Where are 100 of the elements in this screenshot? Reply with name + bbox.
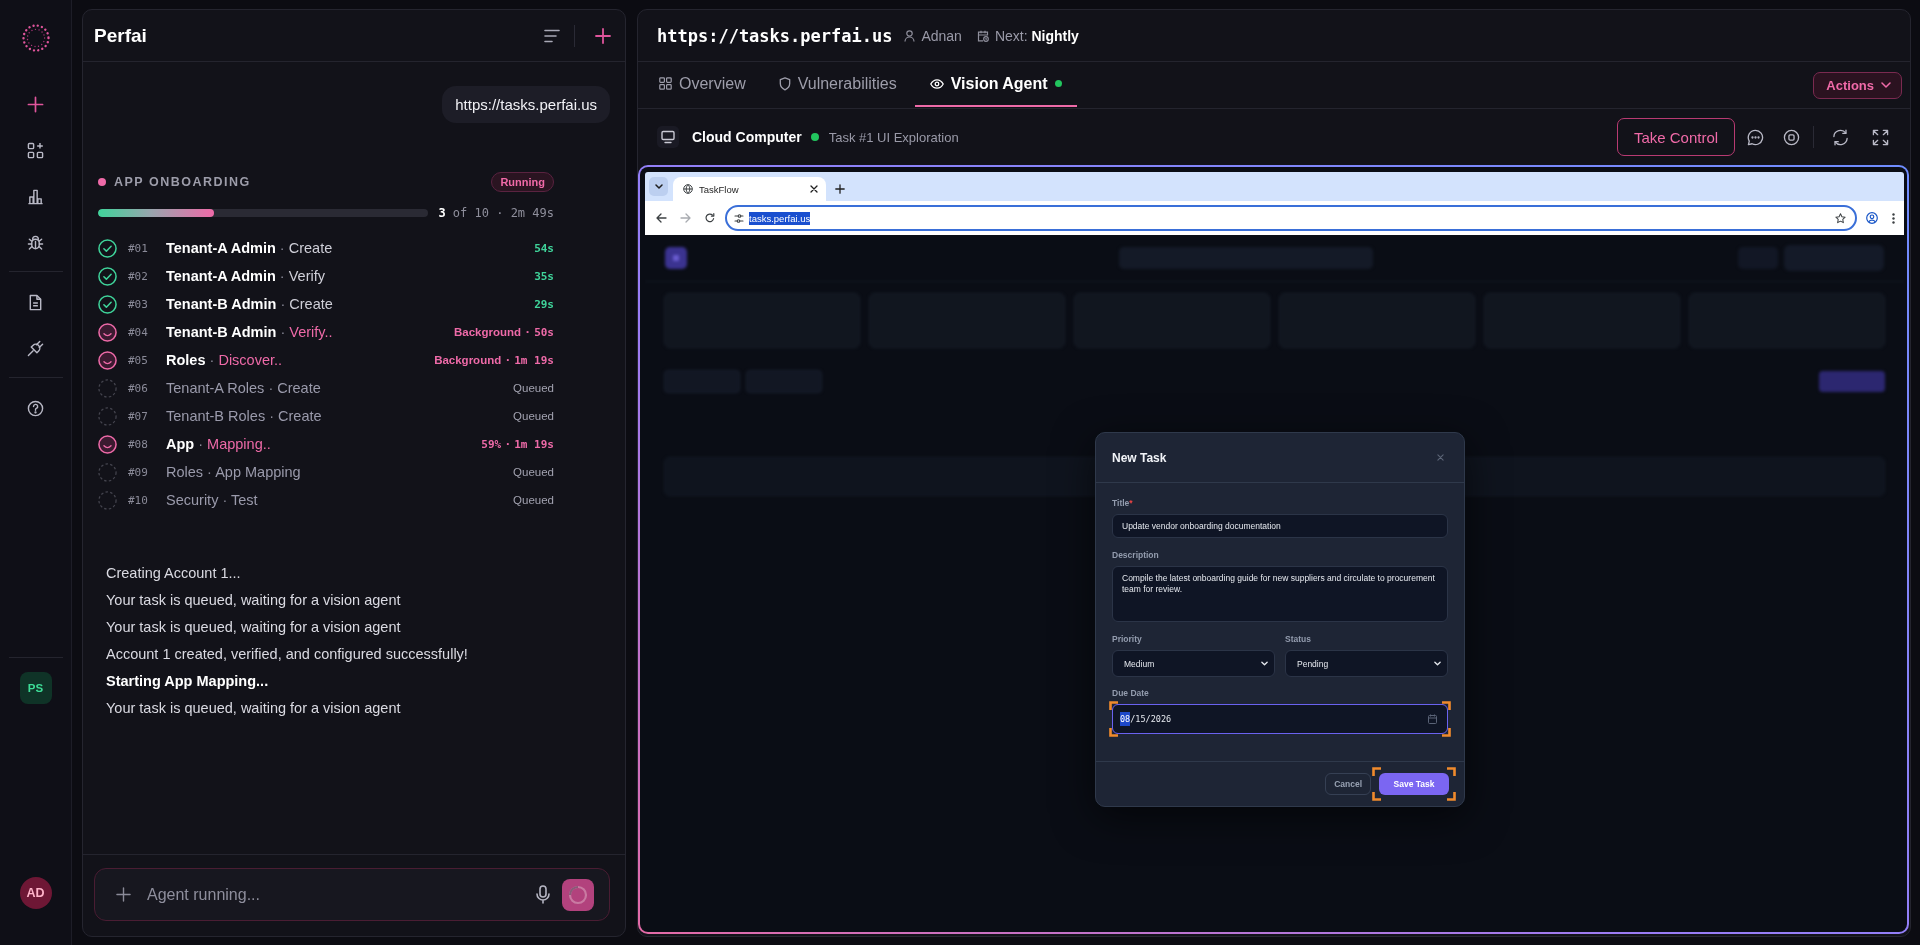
date-field[interactable]: 08/15/2026 <box>1112 704 1448 734</box>
grid-icon <box>659 77 672 90</box>
calendar-clock-icon <box>976 29 989 42</box>
chevron-down-icon <box>654 184 663 189</box>
log-message: Your task is queued, waiting for a vision agent <box>106 591 402 610</box>
chevron-down-icon <box>1261 661 1268 666</box>
actions-button[interactable]: Actions <box>1813 71 1902 99</box>
eye-icon <box>929 78 944 89</box>
step-title: Tenant-B Roles · Create <box>166 408 322 424</box>
help-icon[interactable] <box>27 399 44 417</box>
task-name: Task #1 UI Exploration <box>828 129 959 145</box>
star-icon[interactable] <box>1835 212 1846 224</box>
check-circle-icon <box>98 238 117 258</box>
step-number: #09 <box>128 465 149 479</box>
select-field[interactable]: Pending <box>1285 650 1448 677</box>
profile-icon[interactable] <box>1866 212 1878 224</box>
shield-icon <box>778 76 791 91</box>
reload-icon[interactable] <box>705 213 715 223</box>
take-control-button[interactable]: Take Control <box>1617 118 1735 156</box>
step-status: Queued <box>513 410 554 422</box>
dashed-circle-icon <box>98 406 117 426</box>
more-vertical-icon[interactable] <box>1892 212 1895 224</box>
run-title: APP ONBOARDING <box>114 175 251 189</box>
message-input[interactable]: Agent running... <box>147 885 536 904</box>
status-badge: Running <box>491 172 554 192</box>
step-status: 59% · 1m 19s <box>481 437 554 451</box>
step-title: Security · Test <box>166 492 258 508</box>
logo-icon[interactable] <box>21 24 50 52</box>
dialog-title: New Task <box>1112 450 1167 465</box>
step-title: Tenant-B Admin · Verify.. <box>166 324 333 340</box>
check-circle-icon <box>98 294 117 314</box>
spinner-icon <box>568 884 588 905</box>
tab[interactable]: Vision Agent <box>914 62 1077 107</box>
calendar-icon[interactable] <box>1428 714 1437 724</box>
plus-icon[interactable] <box>116 887 131 902</box>
microphone-icon[interactable] <box>536 885 550 904</box>
step-number: #04 <box>128 325 149 339</box>
text-area[interactable]: Compile the latest onboarding guide for new suppliers and circulate to procurement team for review. <box>1112 566 1448 622</box>
tab[interactable]: Vulnerabilities <box>763 62 912 107</box>
step-number: #06 <box>128 381 149 395</box>
document-icon[interactable] <box>27 293 44 311</box>
spinner-button[interactable] <box>562 878 594 911</box>
bug-icon[interactable] <box>27 233 44 251</box>
step-number: #05 <box>128 353 149 367</box>
step-status: Queued <box>513 494 554 506</box>
monitor-icon <box>657 126 679 148</box>
status-dot-icon <box>98 178 106 186</box>
field-label: Title* <box>1112 498 1134 509</box>
message-bubble: https://tasks.perfai.us <box>442 86 610 123</box>
log-message: Account 1 created, verified, and configured successfully! <box>106 645 469 664</box>
step-title: Tenant-B Admin · Create <box>166 296 333 312</box>
step-title: Tenant-A Admin · Verify <box>166 268 325 284</box>
machine-name: Cloud Computer <box>692 129 802 145</box>
smile-circle-icon <box>98 434 117 454</box>
step-status: 54s <box>534 241 554 255</box>
message-composer[interactable]: Agent running... <box>94 868 610 921</box>
workspace-avatar[interactable]: PS <box>19 672 52 704</box>
expand-icon[interactable] <box>1872 128 1889 146</box>
plus-icon[interactable] <box>835 184 845 194</box>
check-circle-icon <box>98 266 117 286</box>
step-status: 35s <box>534 269 554 283</box>
dashed-circle-icon <box>98 378 117 398</box>
step-number: #10 <box>128 493 149 507</box>
chevron-down-icon <box>1881 82 1891 88</box>
cancel-button[interactable]: Cancel <box>1325 773 1371 795</box>
text-field[interactable]: Update vendor onboarding documentation <box>1112 514 1448 538</box>
grid-add-icon[interactable] <box>27 141 44 159</box>
plus-icon[interactable] <box>595 27 611 44</box>
owner-name: Adnan <box>921 27 962 44</box>
chat-bubble-icon[interactable] <box>1747 128 1764 146</box>
target-url: https://tasks.perfai.us <box>657 25 893 46</box>
user-avatar[interactable]: AD <box>19 877 52 909</box>
close-icon[interactable] <box>810 185 818 193</box>
step-title: App · Mapping.. <box>166 436 271 452</box>
step-title: Tenant-A Roles · Create <box>166 380 321 396</box>
browser-tab[interactable]: TaskFlow <box>673 177 826 201</box>
step-status: Queued <box>513 466 554 478</box>
refresh-icon[interactable] <box>1832 128 1849 146</box>
step-title: Roles · Discover.. <box>166 352 283 368</box>
back-arrow-icon[interactable] <box>656 213 667 223</box>
smile-circle-icon <box>98 350 117 370</box>
tab[interactable]: Overview <box>644 62 761 107</box>
plus-icon[interactable] <box>27 95 44 113</box>
step-number: #01 <box>128 241 149 255</box>
plug-icon[interactable] <box>27 339 44 357</box>
select-field[interactable]: Medium <box>1112 650 1275 677</box>
dashed-circle-icon <box>98 490 117 510</box>
step-status: Background · 50s <box>454 325 554 339</box>
step-status: 29s <box>534 297 554 311</box>
smile-circle-icon <box>98 322 117 342</box>
address-field[interactable]: tasks.perfai.us <box>725 205 1857 231</box>
save-button[interactable]: Save Task <box>1379 773 1449 795</box>
sliders-icon[interactable] <box>734 213 744 223</box>
step-title: Tenant-A Admin · Create <box>166 240 333 256</box>
filter-lines-icon[interactable] <box>544 28 560 43</box>
tab-list-button[interactable] <box>649 177 668 196</box>
schedule-text: Next: Nightly <box>994 27 1079 44</box>
bar-chart-icon[interactable] <box>27 187 44 205</box>
stop-circle-icon[interactable] <box>1783 128 1800 146</box>
globe-icon <box>683 184 693 194</box>
